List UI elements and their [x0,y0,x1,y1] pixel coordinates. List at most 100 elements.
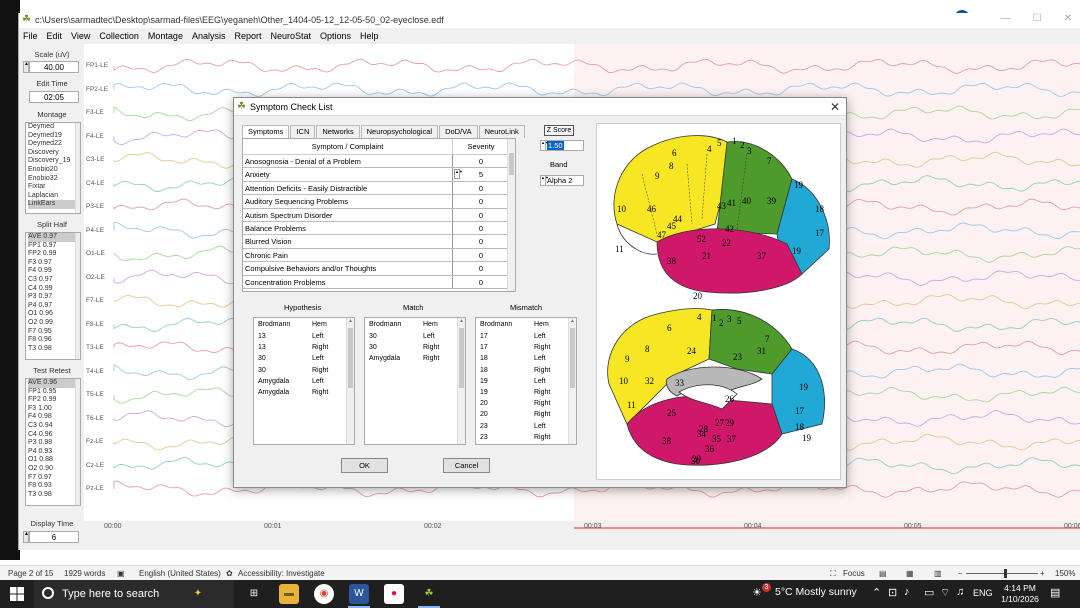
menu-collection[interactable]: Collection [99,31,139,41]
split-half-item[interactable]: F4 0.99 [28,267,80,276]
montage-item[interactable]: Fixtar [28,183,80,192]
test-retest-item[interactable]: AVE 0.96 [28,379,80,388]
menu-report[interactable]: Report [234,31,261,41]
mismatch-row[interactable]: 20 Right [476,398,576,409]
menu-options[interactable]: Options [320,31,351,41]
zscore-spinner[interactable]: ▲▼ [541,141,549,150]
tab-networks[interactable]: Networks [316,125,360,138]
hypothesis-row[interactable]: Amygdala Left [254,376,354,387]
zoom-in-icon[interactable]: + [1040,569,1045,578]
mismatch-row[interactable]: 18 Right [476,365,576,376]
test-retest-item[interactable]: F3 1.00 [28,405,80,414]
symptom-row[interactable]: Anxiety 5 ▲▼ [243,168,515,182]
menu-edit[interactable]: Edit [47,31,63,41]
wifi-icon[interactable]: ⌔ [940,586,950,600]
menu-analysis[interactable]: Analysis [192,31,226,41]
split-half-item[interactable]: O2 0.99 [28,319,80,328]
brainsurfer-taskbar-icon[interactable]: ☘ [419,584,439,604]
montage-item[interactable]: Discovery_19 [28,157,80,166]
hypothesis-row[interactable]: 30 Left [254,353,354,364]
split-half-item[interactable]: T3 0.98 [28,345,80,354]
hypothesis-row[interactable]: 13 Right [254,342,354,353]
test-retest-item[interactable]: F7 0.97 [28,474,80,483]
split-half-item[interactable]: FP2 0.99 [28,250,80,259]
split-half-item[interactable]: O1 0.96 [28,310,80,319]
split-half-item[interactable]: P3 0.97 [28,293,80,302]
tab-icn[interactable]: ICN [290,125,316,138]
test-retest-item[interactable]: F4 0.98 [28,413,80,422]
match-list[interactable]: Brodmann Hem 30 Left 30 Right Amygdala Right ▲ [364,317,466,445]
severity-value[interactable]: 0 [453,235,509,247]
symptom-row[interactable]: Auditory Sequencing Problems 0 [243,195,515,209]
tab-neuropsychological[interactable]: Neuropsychological [360,125,439,138]
split-half-item[interactable]: F7 0.95 [28,328,80,337]
montage-item[interactable]: Discovery [28,149,80,158]
weather-status[interactable]: 5°C Mostly sunny [775,586,857,598]
band-input[interactable]: ▲▼ Alpha 2 [540,175,584,186]
mismatch-row[interactable]: 19 Left [476,376,576,387]
split-half-item[interactable]: F8 0.96 [28,336,80,345]
mismatch-row[interactable]: 23 Left [476,421,576,432]
test-retest-item[interactable]: F8 0.93 [28,482,80,491]
zoom-out-icon[interactable]: − [958,569,963,578]
accessibility-status[interactable]: Accessibility: Investigate [238,569,325,578]
hypothesis-row[interactable]: 13 Left [254,331,354,342]
test-retest-item[interactable]: O1 0.88 [28,456,80,465]
menu-view[interactable]: View [71,31,90,41]
page-count[interactable]: Page 2 of 15 [8,569,53,578]
match-row[interactable]: 30 Right [365,342,465,353]
montage-item[interactable]: Deymed [28,123,80,132]
print-layout-icon[interactable]: ▦ [906,569,914,578]
zoom-slider[interactable] [966,573,1038,574]
mismatch-row[interactable]: 23 Right [476,432,576,443]
display-time-input[interactable]: 6 [29,531,79,543]
split-half-item[interactable]: C3 0.97 [28,276,80,285]
hypothesis-scrollbar[interactable]: ▲ [346,318,354,444]
close-icon[interactable]: ✕ [830,100,840,114]
tab-symptoms[interactable]: Symptoms [242,125,290,138]
severity-value[interactable]: 0 [453,276,509,288]
chrome-icon[interactable]: ◉ [314,584,334,604]
montage-item[interactable]: Enobio20 [28,166,80,175]
hypothesis-list[interactable]: Brodmann Hem 13 Left 13 Right 30 Left 30 Right Amy… [253,317,355,445]
chevron-up-icon[interactable]: ⌃ [872,586,881,599]
symptom-row[interactable]: Chronic Pain 0 [243,248,515,263]
symptom-row[interactable]: Concentration Problems 0 [243,275,515,289]
battery-icon[interactable]: ▭ [924,586,934,599]
mismatch-row[interactable]: 18 Left [476,353,576,364]
zscore-input[interactable]: ▲▼ 1.50 [540,140,584,151]
notifications-icon[interactable]: ▤ [1050,586,1060,599]
band-spinner[interactable]: ▲▼ [541,176,549,185]
file-explorer-icon[interactable]: ▬ [279,584,299,604]
severity-spinner[interactable]: ▲▼ [454,169,463,180]
zoom-level[interactable]: 150% [1055,569,1075,578]
mismatch-row[interactable]: 17 Left [476,331,576,342]
montage-item[interactable]: Laplacian [28,192,80,201]
language-status[interactable]: English (United States) [139,569,221,578]
severity-value[interactable]: 0 [453,155,509,167]
tab-neurolink[interactable]: NeuroLink [478,125,525,138]
volume-icon[interactable]: ♫ [956,586,964,598]
cancel-button[interactable]: Cancel [443,458,490,473]
menu-montage[interactable]: Montage [148,31,183,41]
test-retest-list[interactable]: AVE 0.96 FP1 0.95 FP2 0.99 F3 1.00 F4 0.98 C3… [25,378,81,506]
test-retest-item[interactable]: P4 0.93 [28,448,80,457]
menu-help[interactable]: Help [360,31,379,41]
system-clock[interactable]: 4:14 PM 1/10/2026 [1000,583,1040,605]
symptom-row[interactable]: Anosognosia - Denial of a Problem 0 [243,155,515,169]
time-axis[interactable]: 00:00 00:01 00:02 00:03 00:04 00:05 00:06 [84,521,1080,537]
match-scrollbar[interactable]: ▲ [457,318,465,444]
test-retest-item[interactable]: FP1 0.95 [28,388,80,397]
mismatch-list[interactable]: Brodmann Hem 17 Left 17 Right 18 Left 18 Right 19 L… [475,317,577,445]
severity-value[interactable]: 0 [453,182,509,194]
menu-neurostat[interactable]: NeuroStat [270,31,311,41]
montage-item[interactable]: Enobio32 [28,175,80,184]
montage-item[interactable]: Deymed22 [28,140,80,149]
edit-time-input[interactable]: 02:05 [29,91,79,103]
mismatch-row[interactable]: 20 Right [476,409,576,420]
media-app-icon[interactable]: ● [384,584,404,604]
mismatch-row[interactable]: 19 Right [476,387,576,398]
focus-button[interactable]: Focus [843,569,865,578]
tab-dodva[interactable]: DoD/VA [439,125,478,138]
hypothesis-row[interactable]: Amygdala Right [254,387,354,398]
